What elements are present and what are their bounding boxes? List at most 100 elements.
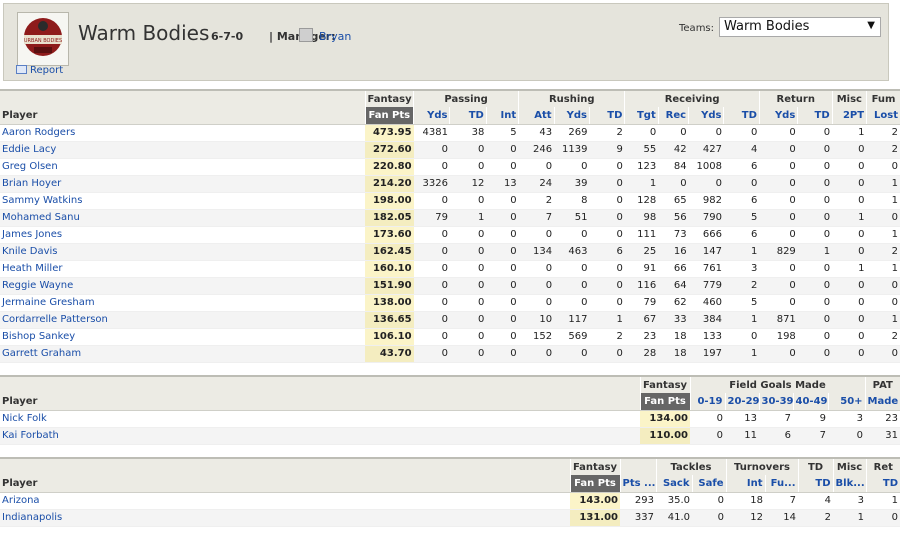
column-header-sort[interactable]: TD: [723, 107, 760, 125]
column-header-sort[interactable]: Lost: [866, 107, 900, 125]
stat-cell: 0: [688, 175, 724, 193]
stat-cell: 152: [518, 328, 555, 346]
column-header-sort[interactable]: 2PT: [831, 107, 867, 125]
stat-cell: 2: [589, 328, 625, 346]
player-name-link[interactable]: Indianapolis: [0, 509, 570, 527]
stat-cell: 67: [624, 311, 659, 329]
player-row: Mohamed Sanu 182.05 79 1 0 7 51 0 98 56 790 5 0 0 1 0: [0, 209, 900, 227]
stat-cell: 1: [866, 260, 900, 278]
stat-cell: 4381: [413, 124, 450, 142]
stat-cell: 134: [518, 243, 555, 261]
column-header-sort[interactable]: 20-29: [724, 393, 759, 411]
stat-cell: 8: [554, 192, 590, 210]
column-header-sort[interactable]: TD: [797, 475, 834, 493]
stat-cell: 6: [589, 243, 625, 261]
group-header: Fantasy: [639, 375, 690, 393]
stat-cell: 0: [518, 294, 555, 312]
column-header-fan-pts[interactable]: Fan Pts: [569, 475, 620, 493]
column-header-sort[interactable]: Yds: [758, 107, 798, 125]
column-header-sort[interactable]: Int: [485, 107, 519, 125]
player-name-link[interactable]: Nick Folk: [0, 410, 640, 428]
column-header-sort[interactable]: Fu...: [764, 475, 799, 493]
stat-cell: 79: [624, 294, 659, 312]
fantasy-points-cell: 131.00: [570, 509, 620, 527]
stat-cell: 1: [833, 509, 867, 527]
stat-cell: 1: [866, 492, 901, 510]
column-header-sort[interactable]: 40-49: [792, 393, 828, 411]
stat-cell: 13: [486, 175, 519, 193]
stat-cell: 0: [554, 345, 590, 363]
column-header-sort[interactable]: TD: [865, 475, 901, 493]
stat-cell: 2: [866, 141, 900, 159]
player-name-link[interactable]: Arizona: [0, 492, 570, 510]
player-name-link[interactable]: Heath Miller: [0, 260, 366, 278]
player-name-link[interactable]: Mohamed Sanu: [0, 209, 366, 227]
player-name-link[interactable]: Brian Hoyer: [0, 175, 366, 193]
column-header-sort[interactable]: 50+: [827, 393, 866, 411]
column-header-fan-pts[interactable]: Fan Pts: [639, 393, 690, 411]
player-name-link[interactable]: James Jones: [0, 226, 366, 244]
column-header-fan-pts[interactable]: Fan Pts: [364, 107, 414, 125]
column-header-sort[interactable]: Yds: [688, 107, 724, 125]
player-name-link[interactable]: Bishop Sankey: [0, 328, 366, 346]
stat-cell: 123: [624, 158, 659, 176]
column-header-sort[interactable]: Rec: [657, 107, 689, 125]
player-row: Reggie Wayne 151.90 0 0 0 0 0 0 116 64 779 2 0 0 0 0: [0, 277, 900, 295]
player-name-link[interactable]: Garrett Graham: [0, 345, 366, 363]
stat-cell: 0: [413, 277, 450, 295]
stat-cell: 0: [797, 175, 833, 193]
column-header-sort[interactable]: 0-19: [689, 393, 725, 411]
fantasy-points-cell: 214.20: [365, 175, 414, 193]
stat-cell: 779: [688, 277, 724, 295]
stat-cell: 0: [832, 345, 867, 363]
player-name-link[interactable]: Cordarrelle Patterson: [0, 311, 366, 329]
player-name-link[interactable]: Eddie Lacy: [0, 141, 366, 159]
team-logo: URBAN BODIES: [17, 12, 69, 66]
player-name-link[interactable]: Reggie Wayne: [0, 277, 366, 295]
stat-cell: 16: [658, 243, 689, 261]
column-header-sort[interactable]: Blk...: [832, 475, 867, 493]
fantasy-points-cell: 134.00: [640, 410, 690, 428]
fantasy-points-cell: 162.45: [365, 243, 414, 261]
group-header: Misc: [831, 89, 867, 107]
stat-cell: 7: [765, 492, 799, 510]
kicker-stats-table: Fantasy Field Goals Made PAT Player Fan P…: [0, 375, 901, 445]
column-header-sort[interactable]: 30-39: [758, 393, 793, 411]
chevron-down-icon: ▼: [867, 20, 875, 31]
player-name-link[interactable]: Knile Davis: [0, 243, 366, 261]
stat-cell: 3: [828, 410, 866, 428]
stat-cell: 0: [797, 328, 833, 346]
column-header-sort[interactable]: Pts ...: [619, 475, 656, 493]
stat-cell: 1: [832, 209, 867, 227]
stat-cell: 128: [624, 192, 659, 210]
player-name-link[interactable]: Aaron Rodgers: [0, 124, 366, 142]
stat-cell: 0: [866, 294, 900, 312]
teams-select[interactable]: Warm Bodies ▼: [719, 17, 881, 37]
stat-cell: 65: [658, 192, 689, 210]
player-name-link[interactable]: Kai Forbath: [0, 427, 640, 445]
column-header-sort[interactable]: Safe: [691, 475, 726, 493]
stat-cell: 0: [589, 277, 625, 295]
column-header-sort[interactable]: Sack: [655, 475, 692, 493]
stat-cell: 14: [765, 509, 799, 527]
column-header-sort[interactable]: TD: [449, 107, 487, 125]
stat-cell: 6: [723, 226, 760, 244]
stat-cell: 0: [832, 192, 867, 210]
column-header-sort[interactable]: TD: [797, 107, 833, 125]
column-header-sort[interactable]: TD: [588, 107, 625, 125]
column-header-sort[interactable]: Int: [725, 475, 765, 493]
stat-cell: 0: [486, 345, 519, 363]
stat-cell: 64: [658, 277, 689, 295]
manager-link[interactable]: Bryan: [319, 30, 351, 43]
player-name-link[interactable]: Jermaine Gresham: [0, 294, 366, 312]
column-header-sort[interactable]: Yds: [553, 107, 590, 125]
column-header-sort[interactable]: Att: [518, 107, 555, 125]
player-name-link[interactable]: Sammy Watkins: [0, 192, 366, 210]
player-name-link[interactable]: Greg Olsen: [0, 158, 366, 176]
fantasy-points-cell: 136.65: [365, 311, 414, 329]
column-header-sort[interactable]: Made: [864, 393, 901, 411]
stat-cell: 7: [518, 209, 555, 227]
column-header-sort[interactable]: Tgt: [624, 107, 659, 125]
column-header-sort[interactable]: Yds: [413, 107, 450, 125]
report-link[interactable]: Report: [16, 65, 63, 76]
